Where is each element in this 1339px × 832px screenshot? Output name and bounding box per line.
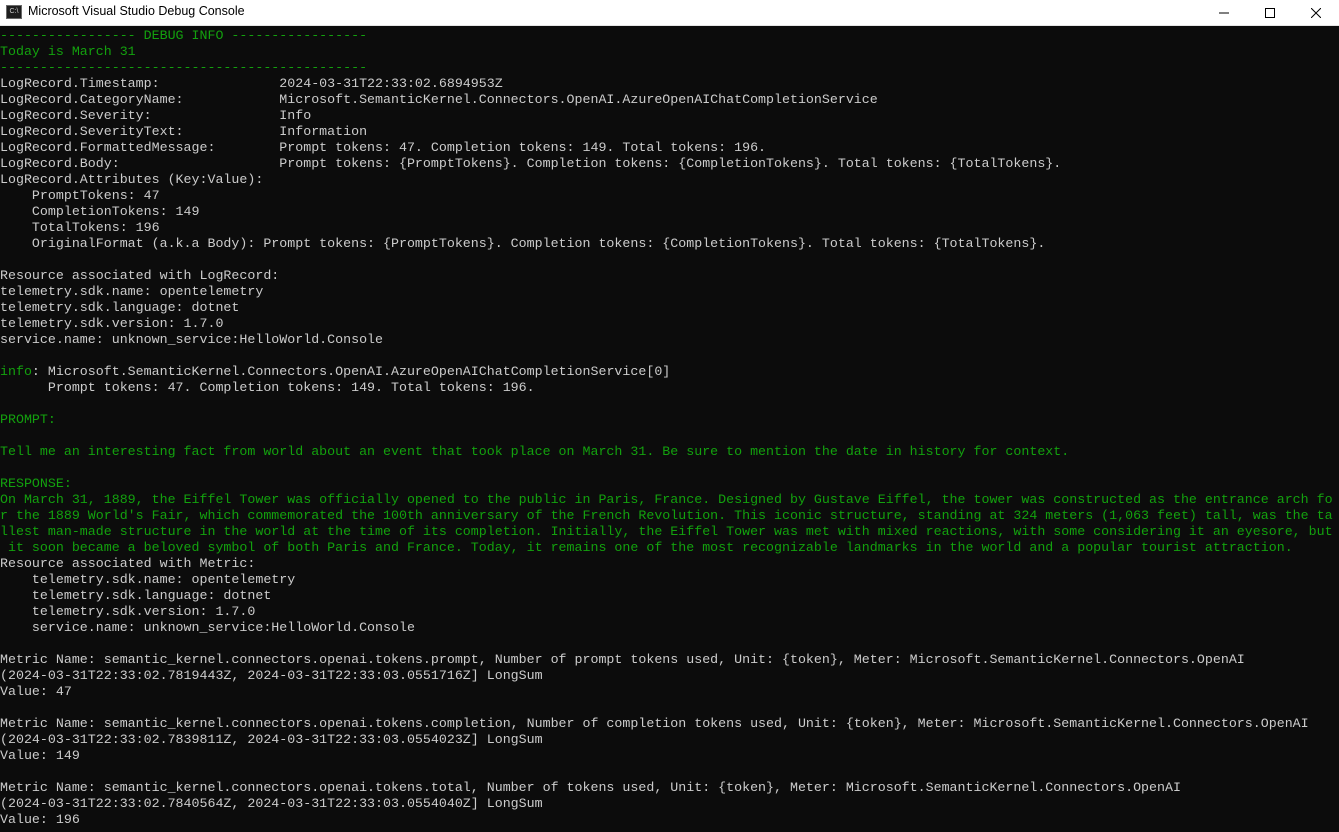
console-line: telemetry.sdk.language: dotnet (0, 588, 272, 603)
console-line: r the 1889 World's Fair, which commemora… (0, 508, 1333, 523)
minimize-icon (1219, 12, 1229, 14)
window-title: Microsoft Visual Studio Debug Console (28, 4, 245, 18)
console-line: LogRecord.FormattedMessage: Prompt token… (0, 140, 767, 155)
console-line: ----------------------------------------… (0, 60, 368, 75)
console-line: (2024-03-31T22:33:02.7839811Z, 2024-03-3… (0, 732, 543, 747)
console-line: OriginalFormat (a.k.a Body): Prompt toke… (0, 236, 1046, 251)
console-line: Today is March 31 (0, 44, 136, 59)
title-bar[interactable]: C:\ Microsoft Visual Studio Debug Consol… (0, 0, 1339, 26)
console-line: Value: 196 (0, 812, 80, 827)
minimize-button[interactable] (1201, 0, 1247, 26)
console-line: LogRecord.Severity: Info (0, 108, 312, 123)
console-line: telemetry.sdk.name: opentelemetry (0, 572, 296, 587)
console-line: Metric Name: semantic_kernel.connectors.… (0, 716, 1309, 731)
console-line: (2024-03-31T22:33:02.7819443Z, 2024-03-3… (0, 668, 543, 683)
log-level-label: info (0, 364, 32, 379)
console-line: Tell me an interesting fact from world a… (0, 444, 1070, 459)
console-line: Metric Name: semantic_kernel.connectors.… (0, 652, 1245, 667)
console-line: telemetry.sdk.version: 1.7.0 (0, 604, 256, 619)
maximize-button[interactable] (1247, 0, 1293, 26)
console-line: Resource associated with Metric: (0, 556, 256, 571)
console-line: info: Microsoft.SemanticKernel.Connector… (0, 364, 670, 380)
console-line: telemetry.sdk.name: opentelemetry (0, 284, 264, 299)
app-console-icon: C:\ (6, 5, 22, 19)
console-line: service.name: unknown_service:HelloWorld… (0, 332, 384, 347)
console-line: PROMPT: (0, 412, 56, 427)
close-button[interactable] (1293, 0, 1339, 26)
console-line: Value: 149 (0, 748, 80, 763)
console-line: llest man-made structure in the world at… (0, 524, 1333, 539)
console-line: telemetry.sdk.version: 1.7.0 (0, 316, 224, 331)
console-line: (2024-03-31T22:33:02.7840564Z, 2024-03-3… (0, 796, 543, 811)
console-line: Metric Name: semantic_kernel.connectors.… (0, 780, 1181, 795)
console-line: Prompt tokens: 47. Completion tokens: 14… (0, 380, 535, 395)
console-line: RESPONSE: (0, 476, 72, 491)
console-line: telemetry.sdk.language: dotnet (0, 300, 240, 315)
console-line: TotalTokens: 196 (0, 220, 160, 235)
console-line: it soon became a beloved symbol of both … (0, 540, 1293, 555)
maximize-icon (1265, 8, 1275, 18)
console-line: ----------------- DEBUG INFO -----------… (0, 28, 368, 43)
log-category-text: : Microsoft.SemanticKernel.Connectors.Op… (31, 364, 671, 379)
console-line: LogRecord.Timestamp: 2024-03-31T22:33:02… (0, 76, 503, 91)
console-line: On March 31, 1889, the Eiffel Tower was … (0, 492, 1333, 507)
console-output[interactable]: ----------------- DEBUG INFO -----------… (0, 27, 1339, 832)
console-line: PromptTokens: 47 (0, 188, 160, 203)
close-icon (1311, 8, 1321, 18)
console-line: LogRecord.CategoryName: Microsoft.Semant… (0, 92, 878, 107)
console-line: LogRecord.Attributes (Key:Value): (0, 172, 264, 187)
console-line: LogRecord.Body: Prompt tokens: {PromptTo… (0, 156, 1062, 171)
console-line: LogRecord.SeverityText: Information (0, 124, 368, 139)
console-line: service.name: unknown_service:HelloWorld… (0, 620, 415, 635)
console-line: Resource associated with LogRecord: (0, 268, 280, 283)
console-line: Value: 47 (0, 684, 72, 699)
console-line: CompletionTokens: 149 (0, 204, 200, 219)
